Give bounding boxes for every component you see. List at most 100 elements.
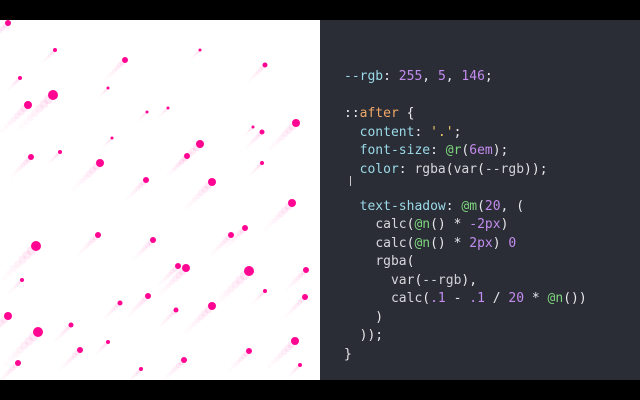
code-token: ; (484, 69, 493, 84)
pink-dot (223, 266, 254, 297)
code-line[interactable]: calc(@n() * 2px) 0 (344, 235, 587, 254)
code-token: var (390, 272, 415, 288)
code-token: :: (344, 106, 360, 121)
code-token: ), (461, 272, 478, 288)
code-token: ( (406, 254, 415, 269)
code-line[interactable]: calc(@n() * -2px) (344, 216, 587, 235)
preview-pane (0, 20, 320, 380)
code-token: : (414, 124, 431, 140)
pink-dot (9, 76, 22, 89)
code-line[interactable]: --rgb: 255, 5, 146; (344, 68, 587, 87)
code-line[interactable]: content: '.'; (344, 124, 587, 143)
code-line[interactable]: ) (344, 309, 587, 328)
code-line[interactable] (344, 87, 587, 106)
code-token: .1 (430, 291, 446, 306)
pink-dot (254, 289, 267, 302)
pink-dot (163, 307, 179, 323)
code-token: --rgb (344, 69, 384, 84)
pink-dot (290, 267, 309, 286)
pink-dot (191, 302, 216, 327)
code-token: text-shadow (359, 198, 446, 214)
code-line[interactable]: var(--rgb), (344, 272, 587, 291)
code-token: - (445, 291, 470, 306)
code-token: : (430, 143, 446, 158)
code-token: 0 (508, 235, 517, 251)
code-line[interactable]: ::after { (344, 105, 587, 124)
pink-dot (274, 337, 299, 362)
pink-dot (0, 20, 11, 34)
code-line[interactable]: rgba( (344, 253, 587, 272)
code-token: () * (430, 235, 470, 251)
code-token: font-size (359, 143, 431, 158)
code-line[interactable]: calc(.1 - .1 / 20 * @n()) (344, 290, 587, 309)
code-line[interactable]: color: rgba(var(--rgb)); (344, 161, 587, 180)
pink-dot (137, 237, 156, 256)
code-block[interactable]: --rgb: 255, 5, 146;::after { content: '.… (344, 68, 587, 364)
code-token: ( (422, 291, 431, 306)
code-token: rgba (414, 161, 446, 177)
pink-dot (82, 232, 101, 251)
pink-dot (44, 48, 57, 61)
code-line[interactable]: text-shadow: @m(20, ( (344, 198, 587, 217)
code-token: 20 (484, 198, 501, 214)
code-token: / (484, 291, 509, 306)
code-token: var (453, 161, 478, 177)
pink-dot (271, 199, 296, 224)
pink-dot (107, 300, 123, 316)
code-token: () * (430, 217, 470, 232)
pink-dot (289, 294, 308, 313)
pink-dot (97, 340, 110, 353)
code-token: ) (344, 309, 384, 325)
pink-dot (192, 48, 202, 58)
code-token: '.' (430, 124, 454, 140)
code-token: color (359, 161, 399, 177)
pink-dot (132, 293, 151, 312)
pink-dot (109, 57, 128, 76)
code-token: , (445, 69, 462, 84)
code-token: calc (375, 235, 407, 251)
code-token: : (398, 161, 415, 177)
code-token: ( (445, 161, 454, 177)
pink-dot (10, 241, 41, 272)
pink-dot (79, 159, 104, 184)
pink-dot (160, 106, 170, 116)
pink-dot (12, 327, 43, 358)
code-token: )); (344, 328, 384, 343)
code-line[interactable] (344, 179, 587, 198)
code-token: 6em (469, 143, 493, 158)
code-token: , (422, 69, 438, 84)
pink-dot (100, 86, 110, 96)
code-token: calc (375, 217, 407, 232)
pink-dot (104, 136, 114, 146)
code-token: : (383, 69, 399, 84)
pink-dot (130, 177, 149, 196)
code-token: @n (414, 235, 431, 251)
code-line[interactable]: font-size: @r(6em); (344, 142, 587, 161)
code-line[interactable]: )); (344, 327, 587, 346)
code-line[interactable]: } (344, 346, 587, 365)
pink-dot (64, 347, 83, 366)
code-token: ; (453, 124, 462, 140)
pink-dot (139, 110, 149, 120)
code-token: } (344, 346, 352, 362)
pink-dot (252, 62, 268, 78)
code-token: content (359, 124, 415, 140)
code-token: , ( (500, 198, 525, 214)
code-token: @n (414, 217, 431, 232)
code-token: --rgb (484, 161, 525, 177)
code-token: calc (390, 291, 423, 306)
code-token: ()) (563, 291, 587, 306)
pink-dot (275, 119, 300, 144)
code-editor-pane[interactable]: --rgb: 255, 5, 146;::after { content: '.… (320, 20, 640, 380)
code-token: .1 (469, 291, 485, 306)
code-token: 2px (469, 235, 493, 251)
pink-dot (0, 312, 12, 329)
code-token: ) (500, 217, 509, 232)
